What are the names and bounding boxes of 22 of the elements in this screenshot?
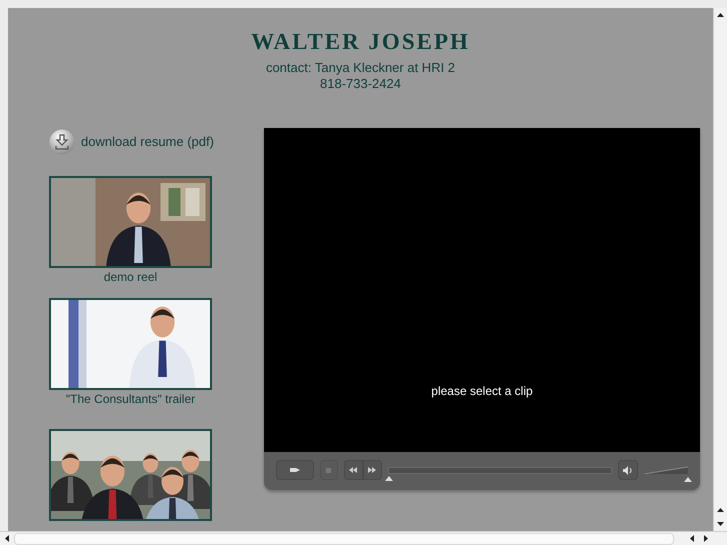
clip-caption[interactable]: "The Consultants" trailer: [66, 392, 196, 407]
clip-caption[interactable]: demo reel: [104, 270, 158, 285]
contact-text: contact: Tanya Kleckner at HRI 2: [266, 60, 456, 76]
download-icon[interactable]: [49, 129, 75, 155]
fast-forward-button[interactable]: [362, 460, 382, 480]
progress-thumb[interactable]: [384, 476, 393, 481]
play-button[interactable]: [276, 460, 314, 480]
stop-icon: [326, 468, 332, 472]
scrollbar-thumb[interactable]: [14, 532, 674, 544]
rewind-icon: [349, 467, 358, 473]
vertical-scrollbar[interactable]: [713, 8, 727, 531]
volume-thumb[interactable]: [684, 477, 692, 482]
horizontal-scrollbar[interactable]: [0, 531, 727, 545]
speaker-icon: [623, 466, 634, 474]
phone-number: 818-733-2424: [320, 76, 401, 92]
volume-button[interactable]: [618, 460, 638, 480]
player-message: please select a clip: [431, 383, 533, 400]
page-title: WALTER JOSEPH: [251, 28, 470, 56]
download-resume-link[interactable]: download resume (pdf): [81, 132, 214, 152]
rewind-button[interactable]: [344, 460, 363, 480]
play-icon: [290, 467, 300, 473]
fast-forward-icon: [368, 467, 376, 473]
